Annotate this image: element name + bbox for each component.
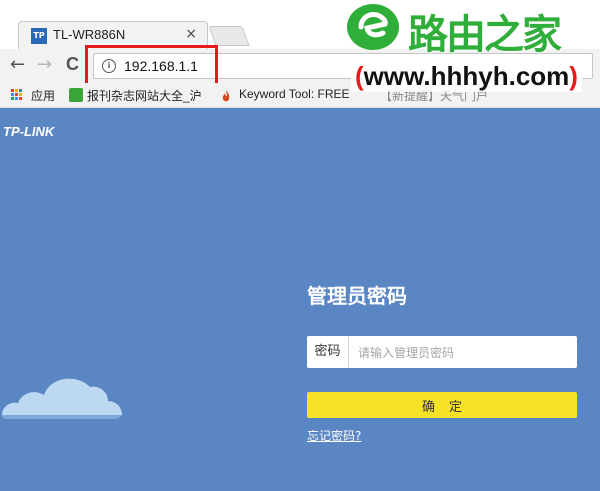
router-login-page: TP-LINK 管理员密码 密码 确定 忘记密码? — [0, 108, 600, 491]
password-field-row: 密码 — [307, 336, 577, 368]
brand-logo: TP-LINK — [3, 124, 55, 139]
watermark-url-text: www.hhhyh.com — [363, 61, 570, 91]
confirm-button[interactable]: 确定 — [307, 392, 577, 418]
tab-title: TL-WR886N — [53, 27, 126, 42]
forgot-password-link[interactable]: 忘记密码? — [307, 427, 361, 444]
bookmark-item[interactable]: Keyword Tool: FREE — [239, 87, 350, 101]
reload-icon[interactable]: C — [66, 54, 79, 75]
watermark-logo-icon — [347, 4, 399, 50]
new-tab-button[interactable] — [208, 26, 250, 46]
back-arrow-icon[interactable]: ← — [10, 54, 25, 75]
bookmark-favicon-icon — [69, 88, 83, 102]
url-highlight-annotation — [85, 45, 218, 86]
bookmark-item[interactable]: 报刊杂志网站大全_沪 — [87, 87, 202, 104]
watermark-brand: 路由之家 — [408, 12, 562, 58]
bookmark-apps[interactable]: 应用 — [31, 87, 55, 104]
watermark-url: (www.hhhyh.com) — [351, 60, 582, 92]
password-label: 密码 — [307, 336, 349, 368]
flame-icon — [219, 88, 233, 102]
watermark-paren-close: ) — [569, 61, 578, 91]
forward-arrow-icon[interactable]: → — [37, 54, 52, 75]
password-input[interactable] — [356, 342, 570, 364]
tab-close-icon[interactable]: × — [185, 26, 197, 42]
login-title: 管理员密码 — [307, 284, 407, 308]
tp-link-favicon-icon: TP — [31, 28, 47, 44]
watermark-paren-open: ( — [355, 61, 364, 91]
cloud-illustration — [2, 378, 122, 419]
apps-grid-icon[interactable] — [11, 89, 23, 101]
